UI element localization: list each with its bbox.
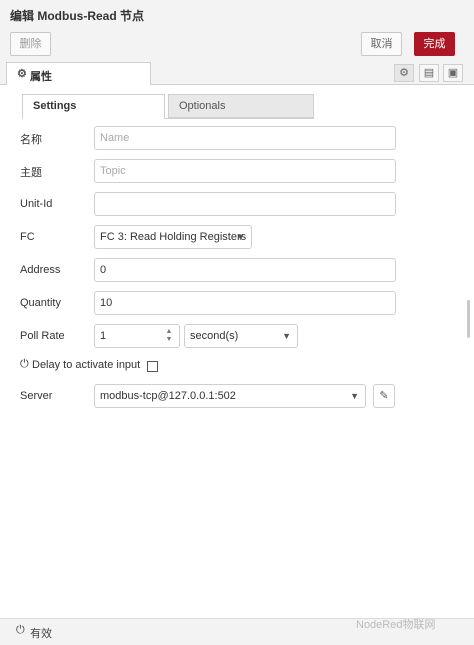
chevron-down-icon: ▼ [236,232,245,242]
editor-title: 编辑 Modbus-Read 节点 [10,9,144,23]
server-label: Server [20,390,53,402]
unit-id-label: Unit-Id [20,198,53,210]
pencil-icon: ✎ [379,390,389,402]
tab-properties[interactable]: ⚙ 属性 [6,62,151,85]
editor-header: 编辑 Modbus-Read 节点 [0,0,474,29]
name-input[interactable]: Name [94,126,396,150]
enabled-toggle-label[interactable]: 有效 [30,625,52,641]
fc-select[interactable]: FC 3: Read Holding Registers ▼ [94,225,252,249]
cancel-button[interactable]: 取消 [361,32,402,56]
fc-select-value: FC 3: Read Holding Registers [100,231,247,243]
appearance-frame-icon[interactable]: ▣ [443,64,463,82]
description-doc-icon[interactable]: ▤ [419,64,439,82]
poll-rate-unit-value: second(s) [190,330,239,342]
stepper-arrows-icon[interactable]: ▲ ▼ [165,328,173,344]
delay-checkbox[interactable] [147,361,158,372]
address-input[interactable]: 0 [94,258,396,282]
action-bar [0,28,474,60]
server-select[interactable]: modbus-tcp@127.0.0.1:502 ▼ [94,384,366,408]
edit-server-button[interactable]: ✎ [373,384,395,408]
settings-gear-icon[interactable]: ⚙ [394,64,414,82]
chevron-down-icon: ▼ [350,391,359,401]
poll-rate-unit-select[interactable]: second(s) ▼ [184,324,298,348]
gear-icon: ⚙ [17,68,27,80]
server-select-value: modbus-tcp@127.0.0.1:502 [100,390,236,402]
delay-label: Delay to activate input [32,359,141,371]
done-button[interactable]: 完成 [414,32,455,56]
topic-label: 主题 [20,167,42,179]
watermark: NodeRed物联网 [356,619,436,631]
unit-id-input[interactable] [94,192,396,216]
poll-rate-input[interactable]: 1 ▲ ▼ [94,324,180,348]
address-label: Address [20,264,61,276]
chevron-down-icon: ▼ [282,331,291,341]
poll-rate-label: Poll Rate [20,330,65,342]
tab-optionals[interactable]: Optionals [168,94,314,118]
poll-rate-value: 1 [100,330,107,342]
quantity-label: Quantity [20,297,61,309]
quantity-input[interactable]: 10 [94,291,396,315]
tab-properties-label: 属性 [30,71,52,83]
fc-label: FC [20,231,35,243]
delete-button[interactable]: 删除 [10,32,51,56]
power-icon: ⏻ [20,358,29,370]
tab-settings[interactable]: Settings [22,94,165,119]
name-label: 名称 [20,134,42,146]
resize-handle[interactable] [467,300,470,338]
power-icon[interactable]: ⏻ [16,624,25,637]
topic-input[interactable]: Topic [94,159,396,183]
